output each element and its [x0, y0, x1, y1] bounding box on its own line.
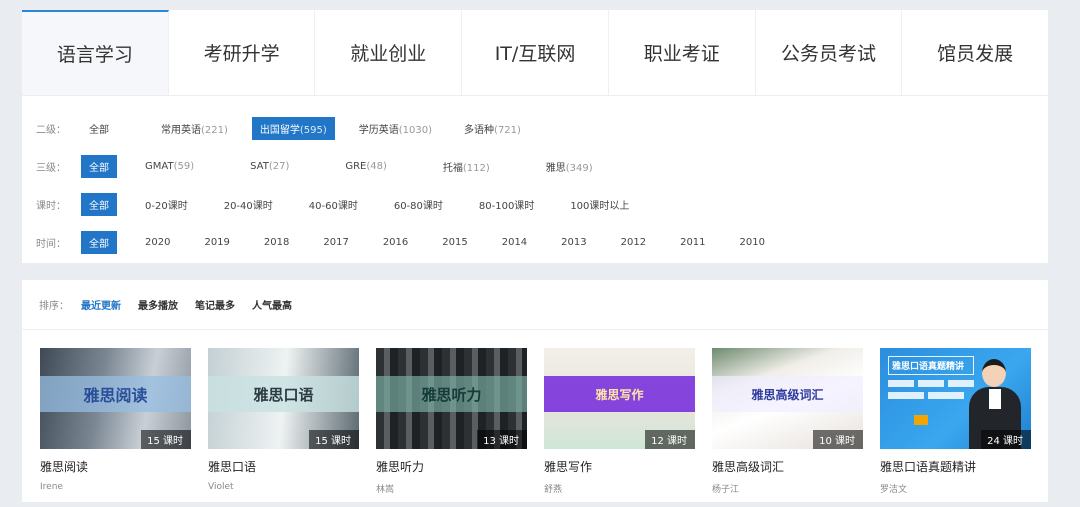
filter-option[interactable]: 80-100课时: [471, 193, 542, 216]
filter-option[interactable]: 2020: [137, 233, 178, 252]
tab-civil-service[interactable]: 公务员考试: [755, 10, 903, 95]
filter-option[interactable]: 2018: [256, 233, 297, 252]
filter-option[interactable]: 2012: [613, 233, 654, 252]
course-card[interactable]: 雅思高级词汇 10 课时 雅思高级词汇 杨子江: [712, 348, 863, 495]
promo-tag-shape: [918, 380, 944, 387]
course-title[interactable]: 雅思口语: [208, 458, 359, 475]
course-thumbnail[interactable]: 雅思口语 15 课时: [208, 348, 359, 449]
filter-option[interactable]: GMAT(59): [137, 157, 202, 176]
sort-most-played[interactable]: 最多播放: [138, 297, 178, 312]
course-thumbnail[interactable]: 雅思阅读 15 课时: [40, 348, 191, 449]
lesson-count-badge: 10 课时: [813, 430, 863, 449]
course-banner-text: 雅思高级词汇: [712, 376, 863, 412]
promo-tag-shape: [928, 392, 964, 399]
filter-option[interactable]: 2016: [375, 233, 416, 252]
filter-option[interactable]: 全部: [81, 117, 117, 140]
course-card[interactable]: 雅思听力 13 课时 雅思听力 林嵩: [376, 348, 527, 495]
filter-label: 课时：: [36, 200, 66, 212]
course-thumbnail[interactable]: 雅思口语真题精讲 24 课时: [880, 348, 1031, 449]
filter-option[interactable]: 2019: [196, 233, 237, 252]
lesson-count-badge: 15 课时: [141, 430, 191, 449]
filter-row-level3: 三级： 全部 GMAT(59) SAT(27) GRE(48) 托福(112) …: [22, 147, 1048, 185]
course-title[interactable]: 雅思听力: [376, 458, 527, 475]
filter-option[interactable]: 0-20课时: [137, 193, 196, 216]
course-teacher: Violet: [208, 482, 234, 492]
filter-option[interactable]: 2010: [732, 233, 773, 252]
filter-option[interactable]: 学历英语(1030): [351, 117, 440, 140]
filter-option[interactable]: 2017: [315, 233, 356, 252]
filter-option[interactable]: 2014: [494, 233, 535, 252]
filter-panel: 语言学习 考研升学 就业创业 IT/互联网 职业考证 公务员考试 馆员发展 二级…: [22, 10, 1049, 263]
course-thumbnail[interactable]: 雅思写作 12 课时: [544, 348, 695, 449]
course-teacher: Irene: [40, 482, 63, 492]
filter-row-hours: 课时： 全部 0-20课时 20-40课时 40-60课时 60-80课时 80…: [22, 185, 1048, 223]
filter-option-selected[interactable]: 全部: [81, 192, 117, 216]
filter-label: 二级：: [36, 124, 66, 136]
sort-most-popular[interactable]: 人气最高: [252, 297, 292, 312]
lesson-count-badge: 13 课时: [477, 430, 527, 449]
filter-option[interactable]: 常用英语(221): [153, 117, 236, 140]
filter-option-selected[interactable]: 全部: [81, 230, 117, 254]
filter-option[interactable]: 2015: [434, 233, 475, 252]
course-teacher: 杨子江: [712, 485, 740, 495]
promo-tag-shape: [888, 380, 914, 387]
filter-option[interactable]: 雅思(349): [538, 155, 601, 178]
sort-most-notes[interactable]: 笔记最多: [195, 297, 235, 312]
course-title[interactable]: 雅思阅读: [40, 458, 191, 475]
promo-name-tag: [914, 415, 929, 425]
filter-option[interactable]: 60-80课时: [386, 193, 451, 216]
filter-label: 三级：: [36, 162, 66, 174]
lesson-count-badge: 15 课时: [309, 430, 359, 449]
course-teacher: 舒燕: [544, 485, 563, 495]
lesson-count-badge: 24 课时: [981, 430, 1031, 449]
tab-it-internet[interactable]: IT/互联网: [462, 10, 609, 95]
filter-option[interactable]: 40-60课时: [301, 193, 366, 216]
lesson-count-badge: 12 课时: [645, 430, 695, 449]
filter-option[interactable]: 100课时以上: [562, 193, 637, 216]
course-banner-text: 雅思听力: [376, 376, 527, 412]
course-thumbnail[interactable]: 雅思高级词汇 10 课时: [712, 348, 863, 449]
filter-option-selected[interactable]: 全部: [81, 154, 117, 178]
filter-option[interactable]: GRE(48): [337, 157, 395, 176]
filter-option[interactable]: 20-40课时: [216, 193, 281, 216]
course-banner-text: 雅思写作: [544, 376, 695, 412]
course-card[interactable]: 雅思口语真题精讲 24 课时 雅思口语真题精讲 罗洁文: [880, 348, 1031, 495]
course-title[interactable]: 雅思口语真题精讲: [880, 458, 1031, 475]
course-banner-text: 雅思口语: [208, 376, 359, 412]
filter-row-level2: 二级： 全部 常用英语(221) 出国留学(595) 学历英语(1030) 多语…: [22, 109, 1048, 147]
course-thumbnail[interactable]: 雅思听力 13 课时: [376, 348, 527, 449]
tab-language-learning[interactable]: 语言学习: [22, 10, 169, 95]
filter-option[interactable]: 多语种(721): [456, 117, 529, 140]
course-title[interactable]: 雅思写作: [544, 458, 695, 475]
filter-option[interactable]: SAT(27): [242, 157, 297, 176]
course-teacher: 罗洁文: [880, 485, 908, 495]
promo-tag-shape: [888, 392, 924, 399]
filter-row-time: 时间： 全部 2020 2019 2018 2017 2016 2015 201…: [22, 223, 1048, 261]
filter-option-selected[interactable]: 出国留学(595): [251, 116, 335, 140]
course-card[interactable]: 雅思阅读 15 课时 雅思阅读 Irene: [40, 348, 191, 492]
sort-bar: 排序： 最近更新 最多播放 笔记最多 人气最高: [22, 280, 1048, 330]
course-title[interactable]: 雅思高级词汇: [712, 458, 863, 475]
course-teacher: 林嵩: [376, 485, 395, 495]
course-banner-text: 雅思阅读: [40, 376, 191, 412]
course-card[interactable]: 雅思写作 12 课时 雅思写作 舒燕: [544, 348, 695, 495]
category-tabs: 语言学习 考研升学 就业创业 IT/互联网 职业考证 公务员考试 馆员发展: [22, 10, 1049, 96]
sort-label: 排序：: [39, 301, 69, 312]
course-banner-text: 雅思口语真题精讲: [888, 356, 974, 375]
tab-employment[interactable]: 就业创业: [315, 10, 463, 95]
course-card[interactable]: 雅思口语 15 课时 雅思口语 Violet: [208, 348, 359, 492]
filter-option[interactable]: 2011: [672, 233, 713, 252]
filter-label: 时间：: [36, 238, 66, 250]
filter-option[interactable]: 托福(112): [435, 155, 498, 178]
tab-postgraduate[interactable]: 考研升学: [168, 10, 316, 95]
filter-option[interactable]: 2013: [553, 233, 594, 252]
tab-professional-cert[interactable]: 职业考证: [608, 10, 756, 95]
course-panel: 排序： 最近更新 最多播放 笔记最多 人气最高 雅思阅读 15 课时 雅思阅读 …: [22, 280, 1048, 502]
sort-latest[interactable]: 最近更新: [81, 297, 121, 312]
tab-librarian-dev[interactable]: 馆员发展: [902, 10, 1049, 95]
